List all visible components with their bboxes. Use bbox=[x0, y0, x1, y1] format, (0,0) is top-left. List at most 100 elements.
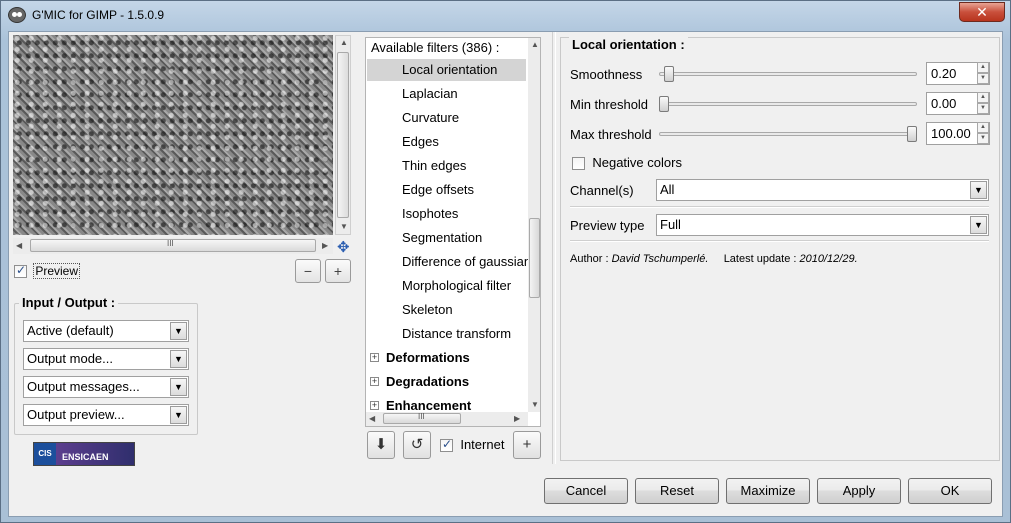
maximize-button[interactable]: Maximize bbox=[726, 478, 810, 504]
chevron-down-icon[interactable]: ▼ bbox=[170, 378, 187, 396]
filter-item-curvature[interactable]: Curvature bbox=[367, 107, 459, 129]
filter-tree-horizontal-scrollbar[interactable]: ◀ III ▶ bbox=[366, 412, 528, 426]
spin-up-icon[interactable]: ▲ bbox=[977, 122, 989, 133]
filter-item-laplacian[interactable]: Laplacian bbox=[367, 83, 458, 105]
scroll-left-arrow-icon[interactable]: ◀ bbox=[16, 241, 22, 250]
filter-tree-header: Available filters (386) : bbox=[371, 40, 500, 55]
expand-icon[interactable]: + bbox=[370, 353, 379, 362]
scroll-left-arrow-icon[interactable]: ◀ bbox=[369, 414, 375, 423]
title-bar[interactable]: G'MIC for GIMP - 1.5.0.9 ✕ bbox=[1, 1, 1010, 31]
smoothness-slider[interactable] bbox=[659, 72, 917, 76]
preview-horizontal-scroll-thumb[interactable]: III bbox=[30, 239, 316, 252]
filter-item-morphological-filter[interactable]: Morphological filter bbox=[367, 275, 511, 297]
smoothness-label: Smoothness bbox=[570, 67, 643, 82]
max-threshold-slider-handle[interactable] bbox=[907, 126, 917, 142]
smoothness-spinner[interactable]: ▲ ▼ bbox=[977, 62, 989, 85]
filter-item-skeleton[interactable]: Skeleton bbox=[367, 299, 453, 321]
filter-item-difference-of-gaussian[interactable]: Difference of gaussian bbox=[367, 251, 531, 273]
chevron-down-icon[interactable]: ▼ bbox=[970, 181, 987, 199]
min-threshold-spinner[interactable]: ▲ ▼ bbox=[977, 92, 989, 115]
filter-item-edges[interactable]: Edges bbox=[367, 131, 439, 153]
negative-colors-checkbox[interactable] bbox=[572, 157, 585, 171]
filter-tree-horizontal-scroll-thumb[interactable]: III bbox=[383, 412, 461, 424]
spin-down-icon[interactable]: ▼ bbox=[977, 103, 989, 114]
add-favorite-button[interactable]: + bbox=[513, 431, 541, 459]
logo-left-mark: CIS bbox=[34, 443, 56, 465]
reset-button[interactable]: Reset bbox=[635, 478, 719, 504]
filter-tree-vertical-scrollbar[interactable]: ▲ ▼ bbox=[528, 38, 540, 412]
filter-category-deformations[interactable]: Deformations bbox=[386, 347, 470, 369]
min-threshold-slider-handle[interactable] bbox=[659, 96, 669, 112]
filter-item-thin-edges[interactable]: Thin edges bbox=[367, 155, 466, 177]
min-threshold-label: Min threshold bbox=[570, 97, 649, 112]
move-preview-icon[interactable]: ✥ bbox=[337, 238, 350, 256]
panel-divider[interactable] bbox=[552, 32, 556, 464]
expand-icon[interactable]: + bbox=[370, 377, 379, 386]
update-filters-button[interactable]: ⬇ bbox=[367, 431, 395, 459]
ok-button[interactable]: OK bbox=[908, 478, 992, 504]
separator bbox=[570, 240, 989, 242]
spin-up-icon[interactable]: ▲ bbox=[977, 62, 989, 73]
chevron-down-icon[interactable]: ▼ bbox=[170, 350, 187, 368]
preview-toggle[interactable]: Preview bbox=[14, 263, 81, 279]
min-threshold-slider[interactable] bbox=[659, 102, 917, 106]
filter-item-segmentation[interactable]: Segmentation bbox=[367, 227, 482, 249]
input-mode-select[interactable]: Active (default) ▼ bbox=[23, 320, 189, 342]
output-mode-select[interactable]: Output mode... ▼ bbox=[23, 348, 189, 370]
preview-type-value: Full bbox=[660, 217, 681, 232]
internet-toggle[interactable]: Internet bbox=[440, 437, 504, 453]
filter-item-distance-transform[interactable]: Distance transform bbox=[367, 323, 511, 345]
output-messages-select[interactable]: Output messages... ▼ bbox=[23, 376, 189, 398]
smoothness-slider-handle[interactable] bbox=[663, 66, 674, 82]
preview-checkbox-label: Preview bbox=[33, 263, 81, 279]
refresh-icon: ↺ bbox=[410, 436, 424, 453]
preview-horizontal-scrollbar[interactable]: ◀ III ▶ bbox=[13, 238, 333, 254]
max-threshold-slider[interactable] bbox=[659, 132, 917, 136]
channels-select[interactable]: All ▼ bbox=[656, 179, 989, 201]
cancel-button[interactable]: Cancel bbox=[544, 478, 628, 504]
zoom-in-button[interactable]: + bbox=[325, 259, 351, 283]
filter-tree-vertical-scroll-thumb[interactable] bbox=[529, 218, 540, 298]
scroll-grip-icon: III bbox=[167, 239, 174, 248]
filter-parameters-panel: Local orientation : Smoothness 0.20 ▲ ▼ … bbox=[560, 37, 1000, 461]
separator bbox=[570, 206, 989, 208]
scroll-right-arrow-icon[interactable]: ▶ bbox=[322, 241, 328, 250]
filter-category-degradations[interactable]: Degradations bbox=[386, 371, 469, 393]
update-label: Latest update : bbox=[723, 253, 797, 265]
chevron-down-icon[interactable]: ▼ bbox=[170, 322, 187, 340]
preview-image[interactable] bbox=[13, 35, 333, 235]
scroll-down-arrow-icon[interactable]: ▼ bbox=[340, 222, 348, 231]
preview-vertical-scroll-thumb[interactable] bbox=[337, 52, 349, 218]
negative-colors-toggle[interactable]: Negative colors bbox=[572, 155, 682, 171]
chevron-down-icon[interactable]: ▼ bbox=[170, 406, 187, 424]
dialog-body: ▲ ▼ ◀ III ▶ ✥ Preview − + Input / Output… bbox=[8, 31, 1003, 517]
filter-tree[interactable]: Available filters (386) : Local orientat… bbox=[365, 37, 541, 427]
scroll-up-arrow-icon[interactable]: ▲ bbox=[531, 40, 539, 49]
output-messages-value: Output messages... bbox=[27, 379, 140, 394]
gmic-logo: CIS ENSICAEN bbox=[33, 442, 135, 466]
output-preview-select[interactable]: Output preview... ▼ bbox=[23, 404, 189, 426]
max-threshold-spinner[interactable]: ▲ ▼ bbox=[977, 122, 989, 145]
input-mode-value: Active (default) bbox=[27, 323, 114, 338]
internet-checkbox[interactable] bbox=[440, 437, 453, 453]
refresh-button[interactable]: ↺ bbox=[403, 431, 431, 459]
chevron-down-icon[interactable]: ▼ bbox=[970, 216, 987, 234]
filter-title: Local orientation : bbox=[569, 37, 688, 52]
preview-checkbox[interactable] bbox=[14, 263, 27, 279]
zoom-out-button[interactable]: − bbox=[295, 259, 321, 283]
channels-value: All bbox=[660, 182, 675, 197]
spin-down-icon[interactable]: ▼ bbox=[977, 133, 989, 144]
apply-button[interactable]: Apply bbox=[817, 478, 901, 504]
scroll-down-arrow-icon[interactable]: ▼ bbox=[531, 400, 539, 409]
scroll-right-arrow-icon[interactable]: ▶ bbox=[514, 414, 520, 423]
expand-icon[interactable]: + bbox=[370, 401, 379, 410]
scroll-up-arrow-icon[interactable]: ▲ bbox=[340, 38, 348, 47]
filter-item-isophotes[interactable]: Isophotes bbox=[367, 203, 458, 225]
filter-item-edge-offsets[interactable]: Edge offsets bbox=[367, 179, 474, 201]
spin-down-icon[interactable]: ▼ bbox=[977, 73, 989, 84]
preview-vertical-scrollbar[interactable]: ▲ ▼ bbox=[335, 35, 351, 235]
spin-up-icon[interactable]: ▲ bbox=[977, 92, 989, 103]
preview-type-select[interactable]: Full ▼ bbox=[656, 214, 989, 236]
filter-item-local-orientation[interactable]: Local orientation bbox=[367, 59, 526, 81]
window-close-button[interactable]: ✕ bbox=[959, 2, 1005, 22]
